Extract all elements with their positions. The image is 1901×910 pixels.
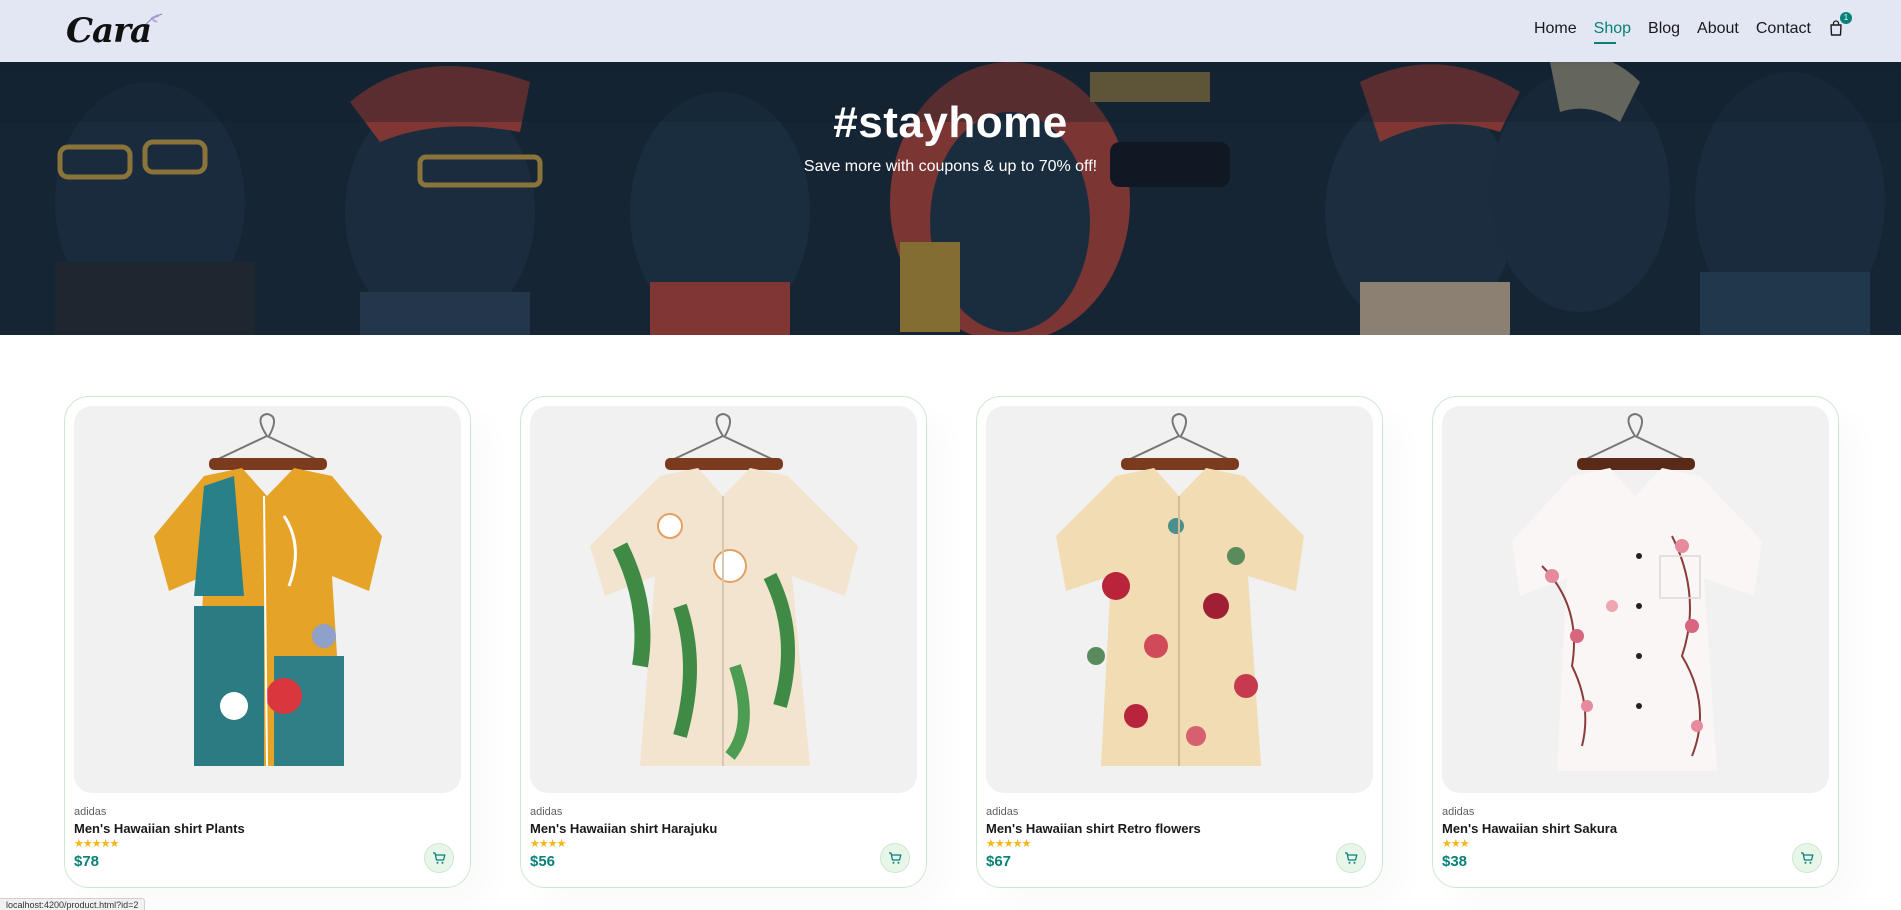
shirt-plants-image <box>154 412 382 767</box>
star-rating: ★★★★★ <box>74 837 119 850</box>
shirt-harajuku-image <box>590 412 858 766</box>
star-rating: ★★★★ <box>530 837 566 850</box>
add-to-cart-button[interactable] <box>424 843 454 873</box>
nav-contact[interactable]: Contact <box>1756 20 1811 42</box>
product-price: $78 <box>74 853 100 870</box>
cart-icon <box>1801 852 1814 864</box>
cart-button[interactable]: 1 <box>1829 12 1852 38</box>
cart-icon <box>433 852 446 864</box>
main-nav: Home Shop Blog About Contact 1 <box>1517 12 1852 44</box>
logo[interactable]: Cara <box>66 11 163 51</box>
add-to-cart-button[interactable] <box>1792 843 1822 873</box>
cart-count-badge: 1 <box>1840 12 1852 24</box>
product-image[interactable] <box>986 406 1373 793</box>
product-name[interactable]: Men's Hawaiian shirt Plants <box>74 821 461 836</box>
product-card[interactable]: adidas Men's Hawaiian shirt Sakura ★★★ $… <box>1432 396 1839 888</box>
product-brand: adidas <box>530 806 563 818</box>
browser-status-url: localhost:4200/product.html?id=2 <box>0 898 146 910</box>
shirt-sakura-image <box>1512 412 1762 771</box>
nav-about[interactable]: About <box>1697 20 1739 42</box>
product-name[interactable]: Men's Hawaiian shirt Sakura <box>1442 821 1829 836</box>
nav-blog[interactable]: Blog <box>1648 20 1680 42</box>
hero-subtitle: Save more with coupons & up to 70% off! <box>803 158 1098 175</box>
site-header: Cara Home Shop Blog About Contact 1 <box>0 0 1901 62</box>
product-card[interactable]: adidas Men's Hawaiian shirt Harajuku ★★★… <box>520 396 927 888</box>
product-brand: adidas <box>74 806 107 818</box>
hero-banner: #stayhome Save more with coupons & up to… <box>0 62 1901 335</box>
product-image[interactable] <box>1442 406 1829 793</box>
product-image[interactable] <box>74 406 461 793</box>
product-brand: adidas <box>1442 806 1475 818</box>
star-rating: ★★★ <box>1442 837 1470 850</box>
product-name[interactable]: Men's Hawaiian shirt Harajuku <box>530 821 917 836</box>
nav-home[interactable]: Home <box>1534 20 1577 42</box>
product-name[interactable]: Men's Hawaiian shirt Retro flowers <box>986 821 1373 836</box>
product-price: $67 <box>986 853 1012 870</box>
leaf-icon <box>145 13 163 25</box>
product-price: $38 <box>1442 853 1468 870</box>
logo-text: Cara <box>66 11 152 51</box>
shirt-retro-flowers-image <box>1056 412 1304 766</box>
product-image[interactable] <box>530 406 917 793</box>
add-to-cart-button[interactable] <box>1336 843 1366 873</box>
cart-icon <box>889 852 902 864</box>
product-card[interactable]: adidas Men's Hawaiian shirt Retro flower… <box>976 396 1383 888</box>
product-brand: adidas <box>986 806 1019 818</box>
product-grid: adidas Men's Hawaiian shirt Plants ★★★★★… <box>64 396 1839 888</box>
cart-icon <box>1345 852 1358 864</box>
product-price: $56 <box>530 853 556 870</box>
nav-shop[interactable]: Shop <box>1593 20 1631 44</box>
shopping-bag-icon <box>1830 20 1842 36</box>
product-card[interactable]: adidas Men's Hawaiian shirt Plants ★★★★★… <box>64 396 471 888</box>
star-rating: ★★★★★ <box>986 837 1031 850</box>
add-to-cart-button[interactable] <box>880 843 910 873</box>
hero-title: #stayhome <box>833 98 1068 147</box>
